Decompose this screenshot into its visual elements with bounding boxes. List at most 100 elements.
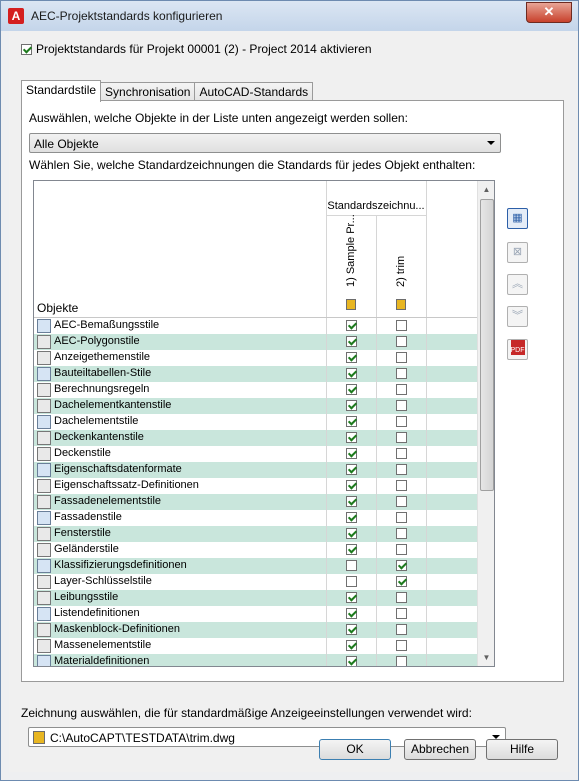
table-row[interactable]: Deckenstile <box>34 446 477 462</box>
drawing-file-icon <box>33 731 45 744</box>
standards-drawings-group-header[interactable]: Standardszeichnu... <box>326 197 426 216</box>
table-row[interactable]: Eigenschaftssatz-Definitionen <box>34 478 477 494</box>
scroll-down-icon[interactable]: ▼ <box>478 649 494 666</box>
sample-project-checkbox[interactable] <box>346 480 357 491</box>
tab-standardstile[interactable]: Standardstile <box>21 80 102 102</box>
table-row[interactable]: Deckenkantenstile <box>34 430 477 446</box>
table-row[interactable]: Fassadenstile <box>34 510 477 526</box>
trim-checkbox[interactable] <box>396 496 407 507</box>
sample-project-checkbox[interactable] <box>346 512 357 523</box>
sample-project-checkbox[interactable] <box>346 352 357 363</box>
trim-checkbox[interactable] <box>396 656 407 666</box>
ok-button[interactable]: OK <box>319 739 391 760</box>
sample-project-checkbox[interactable] <box>346 464 357 475</box>
sample-project-checkbox[interactable] <box>346 400 357 411</box>
trim-checkbox[interactable] <box>396 432 407 443</box>
autocad-app-icon: A <box>8 8 24 24</box>
table-row[interactable]: Eigenschaftsdatenformate <box>34 462 477 478</box>
column-header-sample-project[interactable]: 1) Sample Pr... <box>345 214 357 287</box>
remove-drawing-button[interactable]: ⊠ <box>507 242 528 263</box>
sample-project-checkbox[interactable] <box>346 336 357 347</box>
activate-standards-checkbox[interactable] <box>21 43 32 55</box>
trim-checkbox[interactable] <box>396 480 407 491</box>
table-row[interactable]: Massenelementstile <box>34 638 477 654</box>
grid-vertical-scrollbar[interactable]: ▲ ▼ <box>477 181 494 666</box>
trim-checkbox[interactable] <box>396 352 407 363</box>
sample-project-checkbox[interactable] <box>346 528 357 539</box>
sample-project-checkbox[interactable] <box>346 608 357 619</box>
sample-project-checkbox[interactable] <box>346 368 357 379</box>
table-row[interactable]: Fensterstile <box>34 526 477 542</box>
sample-project-checkbox[interactable] <box>346 320 357 331</box>
sample-project-checkbox[interactable] <box>346 624 357 635</box>
trim-checkbox[interactable] <box>396 512 407 523</box>
trim-checkbox[interactable] <box>396 560 407 571</box>
table-row[interactable]: Fassadenelementstile <box>34 494 477 510</box>
sample-project-checkbox[interactable] <box>346 640 357 651</box>
table-row[interactable]: Maskenblock-Definitionen <box>34 622 477 638</box>
trim-checkbox[interactable] <box>396 336 407 347</box>
trim-checkbox[interactable] <box>396 624 407 635</box>
sample-project-checkbox[interactable] <box>346 448 357 459</box>
trim-checkbox[interactable] <box>396 528 407 539</box>
column-separator <box>426 606 427 622</box>
trim-checkbox[interactable] <box>396 464 407 475</box>
sample-project-checkbox[interactable] <box>346 560 357 571</box>
close-button[interactable]: ✕ <box>526 2 572 23</box>
trim-checkbox[interactable] <box>396 384 407 395</box>
column-separator <box>376 350 377 366</box>
table-row[interactable]: AEC-Bemaßungsstile <box>34 318 477 334</box>
table-row[interactable]: Bauteiltabellen-Stile <box>34 366 477 382</box>
table-row[interactable]: Listendefinitionen <box>34 606 477 622</box>
move-down-button[interactable]: ︾ <box>507 306 528 327</box>
trim-checkbox[interactable] <box>396 400 407 411</box>
scroll-up-icon[interactable]: ▲ <box>478 181 494 198</box>
object-name: Maskenblock-Definitionen <box>54 623 180 635</box>
table-row[interactable]: Klassifizierungsdefinitionen <box>34 558 477 574</box>
sample-project-checkbox[interactable] <box>346 432 357 443</box>
sample-project-checkbox[interactable] <box>346 416 357 427</box>
sample-project-checkbox[interactable] <box>346 592 357 603</box>
sample-project-checkbox[interactable] <box>346 384 357 395</box>
table-row[interactable]: Leibungsstile <box>34 590 477 606</box>
activate-standards-option[interactable]: Projektstandards für Projekt 00001 (2) -… <box>21 42 372 56</box>
table-row[interactable]: Geländerstile <box>34 542 477 558</box>
trim-checkbox[interactable] <box>396 640 407 651</box>
trim-checkbox[interactable] <box>396 544 407 555</box>
table-row[interactable]: Layer-Schlüsselstile <box>34 574 477 590</box>
table-row[interactable]: Berechnungsregeln <box>34 382 477 398</box>
help-button[interactable]: Hilfe <box>486 739 558 760</box>
object-name: Fassadenelementstile <box>54 495 162 507</box>
pdf-report-button[interactable]: PDF <box>507 339 528 360</box>
trim-checkbox[interactable] <box>396 576 407 587</box>
scrollbar-thumb[interactable] <box>480 199 494 491</box>
table-row[interactable]: Materialdefinitionen <box>34 654 477 666</box>
object-filter-dropdown[interactable]: Alle Objekte <box>29 133 501 153</box>
trim-checkbox[interactable] <box>396 416 407 427</box>
move-up-button[interactable]: ︽ <box>507 274 528 295</box>
tab-synchronisation[interactable]: Synchronisation <box>100 82 196 101</box>
table-row[interactable]: Dachelementstile <box>34 414 477 430</box>
title-bar[interactable]: A AEC-Projektstandards konfigurieren ✕ <box>1 1 578 31</box>
trim-checkbox[interactable] <box>396 592 407 603</box>
trim-checkbox[interactable] <box>396 608 407 619</box>
column-header-trim[interactable]: 2) trim <box>395 256 407 287</box>
trim-checkbox[interactable] <box>396 368 407 379</box>
cancel-button[interactable]: Abbrechen <box>404 739 476 760</box>
table-row[interactable]: Anzeigethemenstile <box>34 350 477 366</box>
trim-checkbox[interactable] <box>396 448 407 459</box>
sample-project-checkbox[interactable] <box>346 544 357 555</box>
object-name: Layer-Schlüsselstile <box>54 575 152 587</box>
sample-project-checkbox[interactable] <box>346 496 357 507</box>
sample-project-checkbox[interactable] <box>346 576 357 587</box>
table-row[interactable]: Dachelementkantenstile <box>34 398 477 414</box>
trim-checkbox[interactable] <box>396 320 407 331</box>
dialog-client-area: Projektstandards für Projekt 00001 (2) -… <box>9 31 570 772</box>
sample-project-checkbox[interactable] <box>346 656 357 666</box>
column-separator <box>376 526 377 542</box>
add-drawing-button[interactable]: ▦ <box>507 208 528 229</box>
column-separator <box>376 590 377 606</box>
tab-autocad-standards[interactable]: AutoCAD-Standards <box>194 82 314 101</box>
window-title: AEC-Projektstandards konfigurieren <box>31 9 223 23</box>
table-row[interactable]: AEC-Polygonstile <box>34 334 477 350</box>
